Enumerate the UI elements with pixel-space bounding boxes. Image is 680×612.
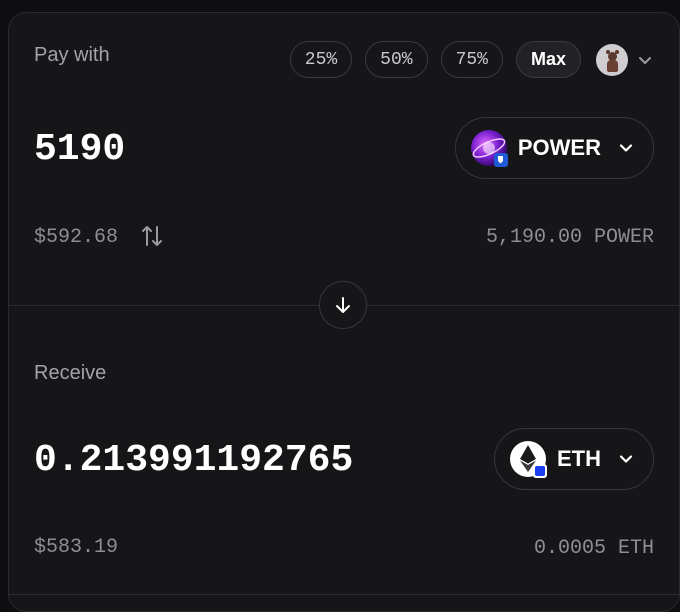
pay-with-label: Pay with: [34, 44, 110, 66]
eth-token-icon: [509, 440, 547, 478]
percent-selector: 25% 50% 75% Max: [289, 41, 652, 78]
avatar: [596, 43, 628, 76]
pay-token-symbol: POWER: [517, 135, 601, 160]
pay-token-selector[interactable]: POWER: [454, 117, 654, 179]
percent-25-button[interactable]: 25%: [289, 41, 353, 78]
chevron-down-icon: [639, 56, 651, 64]
receive-token-symbol: ETH: [557, 446, 601, 471]
receive-label: Receive: [34, 362, 107, 384]
chevron-down-icon: [619, 455, 633, 463]
pay-usd-value: $592.68: [34, 226, 119, 249]
bottom-divider: [8, 594, 680, 595]
chevron-down-icon: [619, 144, 633, 152]
percent-75-button[interactable]: 75%: [440, 41, 503, 78]
receive-balance: 0.0005 ETH: [533, 537, 654, 560]
receive-amount[interactable]: 0.213991192765: [34, 439, 353, 482]
receive-token-selector[interactable]: ETH: [494, 428, 654, 490]
swap-direction-icon[interactable]: [141, 223, 163, 249]
pay-balance: 5,190.00 POWER: [485, 226, 654, 249]
arrow-down-icon: [336, 297, 350, 313]
pay-amount-input[interactable]: 5190: [34, 128, 125, 171]
receive-usd-value: $583.19: [34, 536, 119, 559]
wallet-selector[interactable]: [596, 43, 652, 76]
max-button[interactable]: Max: [515, 41, 581, 78]
power-token-icon: [470, 129, 508, 167]
flip-swap-button[interactable]: [319, 281, 367, 329]
percent-50-button[interactable]: 50%: [365, 41, 428, 78]
